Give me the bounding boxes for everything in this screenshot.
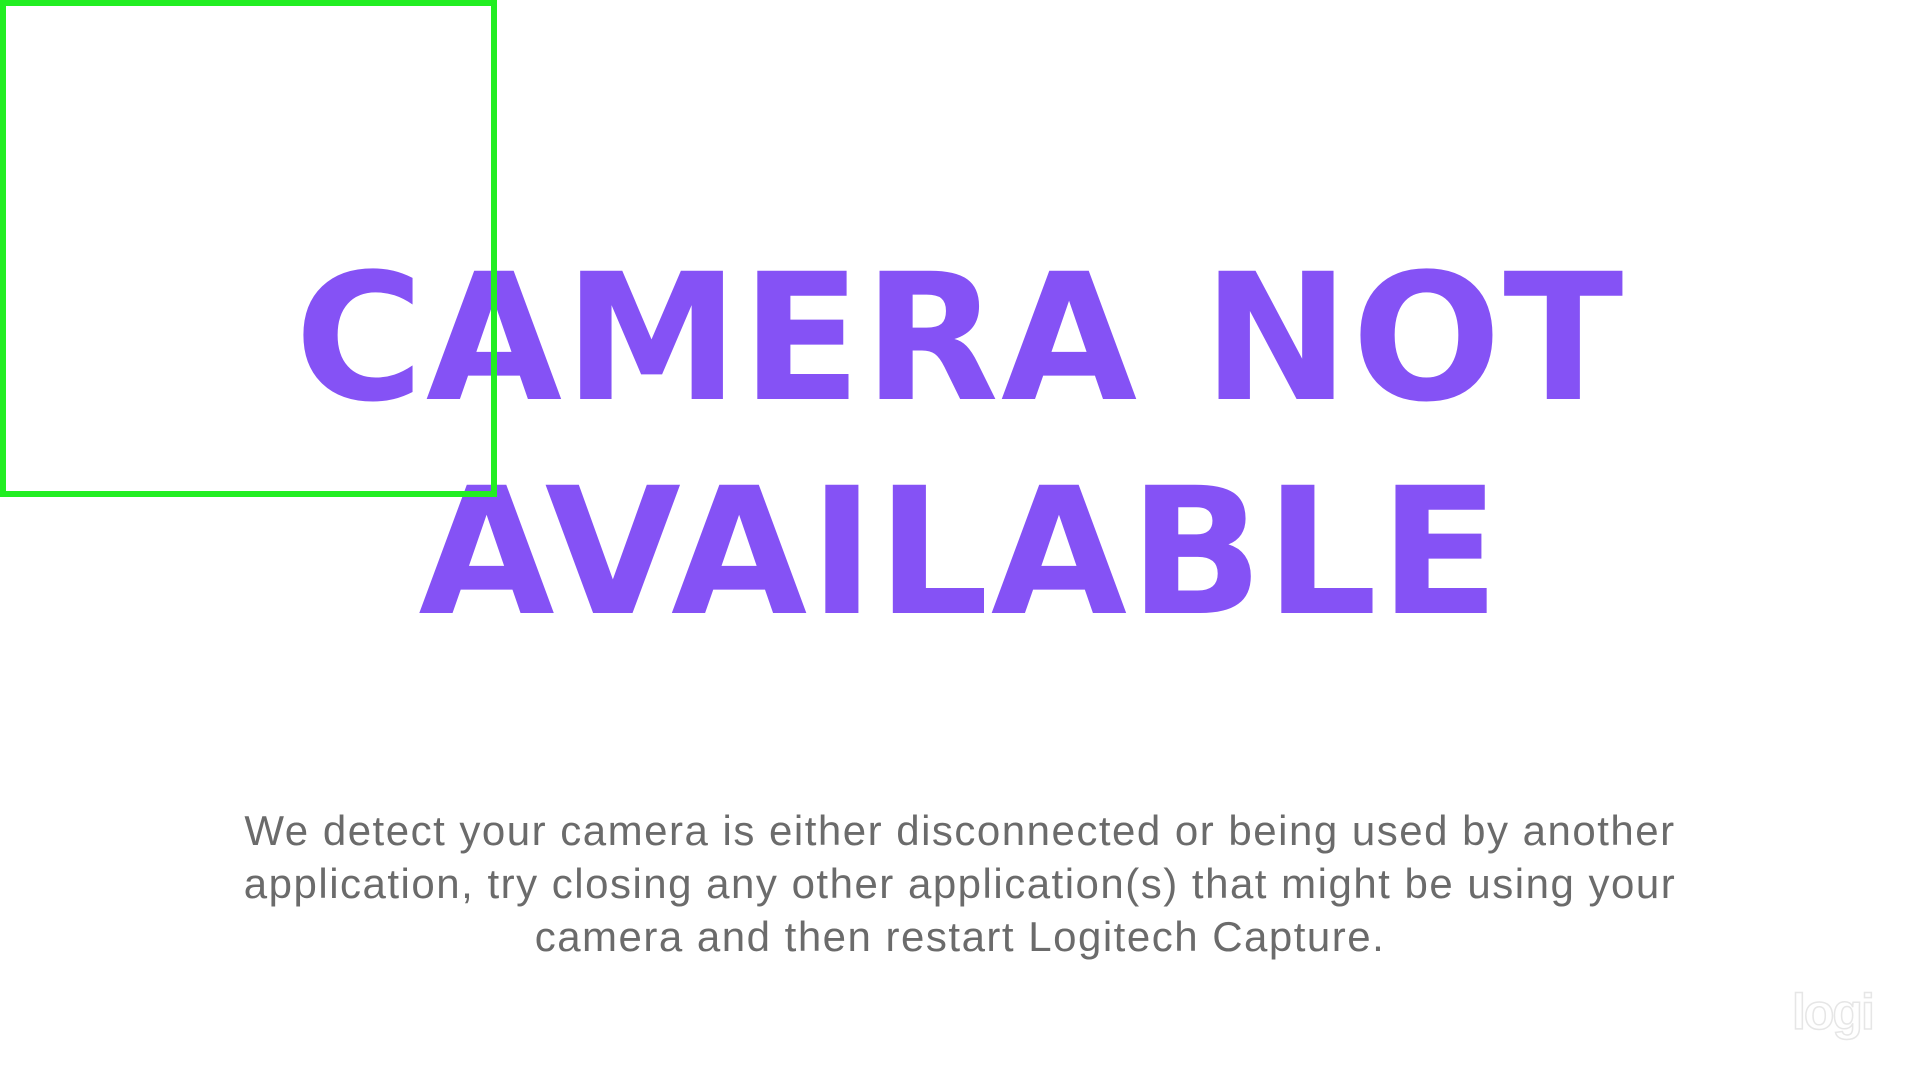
selection-box[interactable] bbox=[0, 0, 497, 497]
camera-unavailable-screen: CAMERA NOT AVAILABLE We detect your came… bbox=[0, 0, 1920, 1080]
error-message: We detect your camera is either disconne… bbox=[243, 807, 1677, 960]
logitech-logo: logi bbox=[1791, 986, 1875, 1038]
logo-wordmark: logi bbox=[1791, 984, 1875, 1040]
